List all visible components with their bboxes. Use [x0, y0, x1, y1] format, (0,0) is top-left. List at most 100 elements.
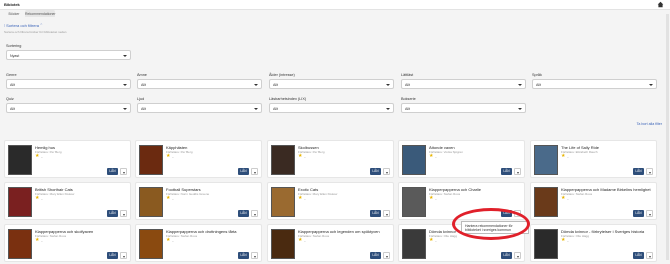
- book-card[interactable]: Klapperpapperna och legenden om spöktyve…: [267, 224, 394, 262]
- book-cover[interactable]: [139, 229, 163, 259]
- borrow-button[interactable]: LÅN: [370, 168, 381, 175]
- tab-books[interactable]: Böcker: [4, 10, 24, 17]
- more-options-button[interactable]: [120, 168, 127, 175]
- more-options-button[interactable]: [383, 252, 390, 259]
- more-options-button[interactable]: [120, 252, 127, 259]
- borrow-button[interactable]: LÅN: [633, 252, 644, 259]
- rating-value: –: [41, 197, 43, 201]
- book-cover[interactable]: [8, 229, 32, 259]
- borrow-button[interactable]: LÅN: [238, 210, 249, 217]
- book-card[interactable]: Exotic Cats Författare: Mary Ellen Klukow…: [267, 182, 394, 220]
- borrow-button[interactable]: LÅN: [633, 210, 644, 217]
- book-cover[interactable]: [8, 187, 32, 217]
- filter-value-age: Allt: [273, 83, 278, 87]
- more-options-button[interactable]: [383, 210, 390, 217]
- filter-select-series[interactable]: Allt: [401, 103, 526, 113]
- tab-recommendations[interactable]: Rekommendationer: [25, 10, 56, 17]
- more-options-button[interactable]: [251, 210, 258, 217]
- book-cover[interactable]: [271, 187, 295, 217]
- book-cover[interactable]: [402, 145, 426, 175]
- filter-select-subject[interactable]: Allt: [137, 79, 262, 89]
- clear-filters-link[interactable]: Ta bort alla filter: [637, 122, 662, 126]
- star-icon: ★: [561, 153, 566, 159]
- filter-value-audio: Allt: [141, 107, 146, 111]
- chevron-down-icon: [254, 83, 258, 86]
- book-card[interactable]: Skolbussen Författare: Per Berg ★ – LÅN: [267, 140, 394, 178]
- more-options-button[interactable]: [383, 168, 390, 175]
- more-options-button[interactable]: [514, 252, 521, 259]
- chevron-down-icon: [648, 213, 651, 216]
- book-card[interactable]: Football Superstars Författare: Norm Gedd…: [135, 182, 262, 220]
- home-icon[interactable]: [657, 1, 664, 8]
- more-options-button[interactable]: [251, 168, 258, 175]
- filter-label-age: Ålder (intresse): [269, 73, 295, 77]
- book-cover[interactable]: [271, 145, 295, 175]
- more-options-button[interactable]: [646, 168, 653, 175]
- borrow-button[interactable]: LÅN: [370, 210, 381, 217]
- filter-select-language[interactable]: Allt: [532, 79, 657, 89]
- book-card[interactable]: British Shorthair Cats Författare: Mary E…: [4, 182, 131, 220]
- chevron-up-icon: ⌃: [40, 23, 43, 28]
- rating-value: –: [304, 197, 306, 201]
- borrow-button[interactable]: LÅN: [501, 168, 512, 175]
- filter-select-age[interactable]: Allt: [269, 79, 394, 89]
- book-cover[interactable]: [139, 145, 163, 175]
- filter-select-easy-read[interactable]: Allt: [401, 79, 526, 89]
- chevron-down-icon: [254, 107, 258, 110]
- filter-select-quiz[interactable]: Allt: [6, 103, 131, 113]
- filter-select-lix[interactable]: Allt: [269, 103, 394, 113]
- borrow-button[interactable]: LÅN: [107, 168, 118, 175]
- borrow-button[interactable]: LÅN: [107, 252, 118, 259]
- borrow-button[interactable]: LÅN: [107, 210, 118, 217]
- chevron-down-icon: [253, 171, 256, 174]
- book-author: Författare: Stefan Roos: [561, 192, 593, 196]
- book-cover[interactable]: [402, 187, 426, 217]
- book-cover[interactable]: [8, 145, 32, 175]
- book-card[interactable]: Klapperpapperna och drottningens tårta Fö…: [135, 224, 262, 262]
- filter-select-audio[interactable]: Allt: [137, 103, 262, 113]
- star-icon: ★: [298, 195, 303, 201]
- star-icon: ★: [166, 153, 171, 159]
- borrow-button[interactable]: LÅN: [633, 168, 644, 175]
- borrow-button[interactable]: LÅN: [238, 168, 249, 175]
- book-cover[interactable]: [534, 187, 558, 217]
- star-icon: ★: [561, 195, 566, 201]
- chevron-down-icon: [122, 213, 125, 216]
- book-card[interactable]: Klapperpapperna och Madame Birkelins hem…: [530, 182, 657, 220]
- borrow-button[interactable]: LÅN: [238, 252, 249, 259]
- book-card[interactable]: Hemlig hus Författare: Per Berg ★ – LÅN: [4, 140, 131, 178]
- more-options-button[interactable]: [514, 168, 521, 175]
- book-author: Författare: Mary Ellen Klukow: [35, 192, 75, 196]
- rating-value: –: [41, 239, 43, 243]
- chevron-down-icon: [122, 171, 125, 174]
- book-cover[interactable]: [271, 229, 295, 259]
- more-options-button[interactable]: [120, 210, 127, 217]
- book-card[interactable]: Käpphästen Författare: Per Berg ★ – LÅN: [135, 140, 262, 178]
- book-cover[interactable]: [139, 187, 163, 217]
- more-options-button[interactable]: [646, 252, 653, 259]
- star-icon: ★: [429, 153, 434, 159]
- book-cover[interactable]: [402, 229, 426, 259]
- filter-value-genre: Allt: [10, 83, 15, 87]
- book-card[interactable]: Klapperpapperna och skolfyaven Författare…: [4, 224, 131, 262]
- more-options-button[interactable]: [251, 252, 258, 259]
- book-card[interactable]: Ättonde vaxen Författare: Vovka Sjögren ★ –…: [398, 140, 525, 178]
- book-cover[interactable]: [534, 145, 558, 175]
- filter-select-genre[interactable]: Allt: [6, 79, 131, 89]
- sort-toggle-label: Sortera och filtrera: [6, 23, 40, 28]
- scrollbar[interactable]: [666, 14, 669, 260]
- sort-select[interactable]: Nyast: [6, 50, 131, 60]
- more-options-button[interactable]: [646, 210, 653, 217]
- book-card[interactable]: Dömda kvinnor - förbrytelser i Sveriges …: [530, 224, 657, 262]
- book-author: Författare: Stefan Roos: [429, 192, 461, 196]
- filter-value-lix: Allt: [273, 107, 278, 111]
- chevron-down-icon: [386, 107, 390, 110]
- book-cover[interactable]: [534, 229, 558, 259]
- book-author: Författare: Elizabeth Rauch: [561, 150, 598, 154]
- chevron-down-icon: [385, 213, 388, 216]
- sort-filter-toggle[interactable]: ⫶ Sortera och filtrera ⌃: [4, 23, 42, 28]
- borrow-button[interactable]: LÅN: [501, 252, 512, 259]
- chevron-down-icon: [516, 171, 519, 174]
- borrow-button[interactable]: LÅN: [370, 252, 381, 259]
- book-card[interactable]: The Life of Sally Ride Författare: Elizab…: [530, 140, 657, 178]
